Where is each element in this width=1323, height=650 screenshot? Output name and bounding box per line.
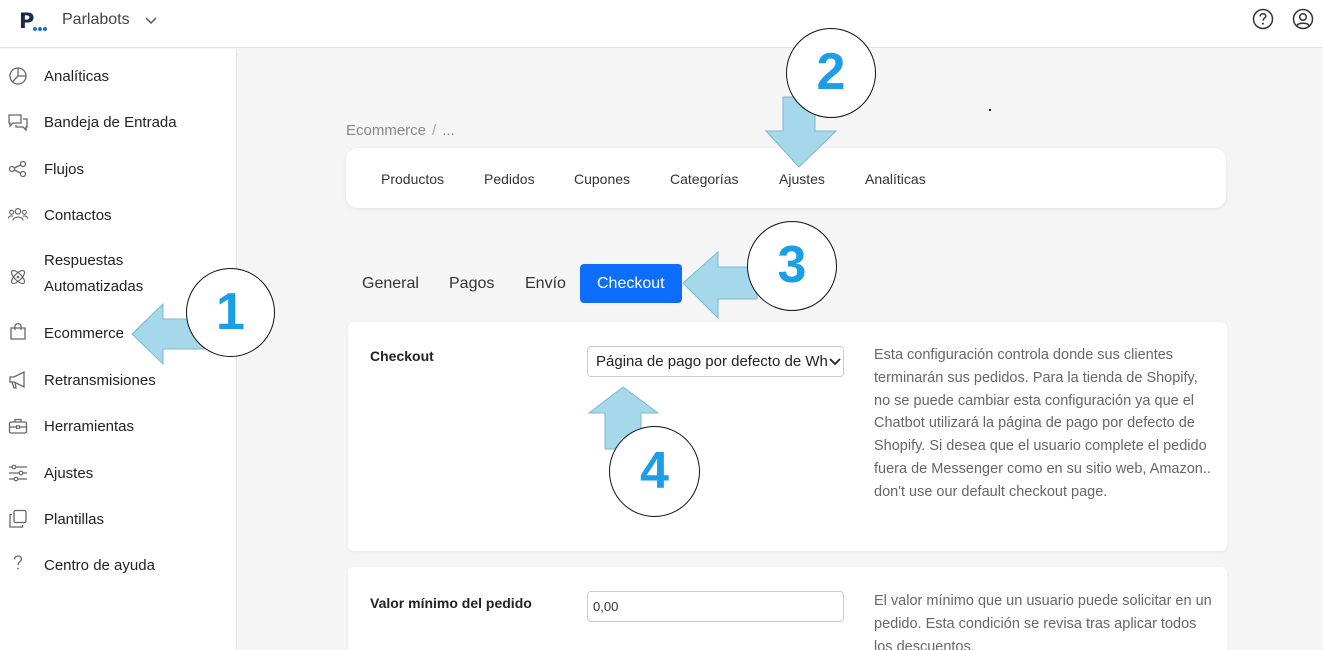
sidebar-item-label: Respuestas xyxy=(44,252,124,269)
atom-icon xyxy=(10,269,26,285)
sidebar-item-label: Contactos xyxy=(44,207,112,224)
sidebar-item-label: Retransmisiones xyxy=(44,372,156,389)
checkout-page-select[interactable]: Página de pago por defecto de WhatsApp xyxy=(587,346,844,377)
sidebar-item-analiticas[interactable]: Analíticas xyxy=(0,63,236,103)
parlabots-logo[interactable]: P xyxy=(19,9,47,33)
subtab-checkout[interactable]: Checkout xyxy=(580,264,682,303)
sidebar-item-bandeja[interactable]: Bandeja de Entrada xyxy=(0,109,236,149)
subtab-general[interactable]: General xyxy=(362,264,419,303)
chevron-down-icon xyxy=(827,347,843,376)
chat-bubbles-icon xyxy=(8,114,28,132)
tab-ajustes[interactable]: Ajustes xyxy=(779,171,825,187)
breadcrumb-root[interactable]: Ecommerce xyxy=(346,122,426,139)
sidebar-item-herramientas[interactable]: Herramientas xyxy=(0,413,236,453)
sidebar-item-label: Ecommerce xyxy=(44,325,125,342)
sidebar-item-label: Analíticas xyxy=(44,68,110,85)
annotation-number-3: 3 xyxy=(747,221,837,311)
breadcrumb-separator: / xyxy=(432,122,437,139)
workspace-name[interactable]: Parlabots xyxy=(62,11,130,29)
user-circle-icon[interactable] xyxy=(1292,8,1314,30)
sidebar-item-label: Ajustes xyxy=(44,465,94,482)
subtab-envio[interactable]: Envío xyxy=(525,264,566,303)
sidebar-item-label: Centro de ayuda xyxy=(44,557,155,574)
checkout-label: Checkout xyxy=(370,348,434,364)
flow-nodes-icon xyxy=(8,160,27,178)
breadcrumb-current: ... xyxy=(442,122,455,139)
sidebar-item-label-line2: Automatizadas xyxy=(44,278,144,295)
toolbox-icon xyxy=(8,418,28,434)
people-icon xyxy=(8,208,28,221)
question-icon xyxy=(13,555,23,570)
tab-cupones[interactable]: Cupones xyxy=(574,171,630,187)
sidebar-item-ajustes[interactable]: Ajustes xyxy=(0,460,236,500)
top-bar: P Parlabots xyxy=(0,0,1323,48)
stray-dot xyxy=(989,109,991,111)
pie-chart-icon xyxy=(9,67,27,85)
checkout-description: Esta configuración controla donde sus cl… xyxy=(874,347,1211,500)
subtab-pagos[interactable]: Pagos xyxy=(449,264,494,303)
chevron-down-icon[interactable] xyxy=(144,13,158,27)
checkout-select-value: Página de pago por defecto de WhatsApp xyxy=(596,353,843,370)
min-order-card: Valor mínimo del pedido El valor mínimo … xyxy=(348,567,1227,650)
tab-analiticas[interactable]: Analíticas xyxy=(865,171,926,187)
tab-categorias[interactable]: Categorías xyxy=(670,171,738,187)
sidebar-item-label: Herramientas xyxy=(44,418,135,435)
sidebar-item-flujos[interactable]: Flujos xyxy=(0,156,236,196)
help-circle-icon[interactable] xyxy=(1252,8,1274,30)
annotation-number-2: 2 xyxy=(786,28,876,118)
megaphone-icon xyxy=(9,370,25,389)
min-order-description: El valor mínimo que un usuario puede sol… xyxy=(874,593,1212,650)
sidebar-item-label: Plantillas xyxy=(44,511,105,528)
tab-productos[interactable]: Productos xyxy=(381,171,444,187)
sidebar-item-label: Flujos xyxy=(44,161,85,178)
breadcrumb: Ecommerce /... xyxy=(346,122,455,139)
sidebar-item-retransmisiones[interactable]: Retransmisiones xyxy=(0,367,236,407)
sliders-icon xyxy=(9,464,27,482)
sidebar-item-centro-ayuda[interactable]: Centro de ayuda xyxy=(0,552,236,592)
sidebar-item-label: Bandeja de Entrada xyxy=(44,114,177,131)
tab-pedidos[interactable]: Pedidos xyxy=(484,171,535,187)
shopping-bag-icon xyxy=(10,323,26,340)
copy-icon xyxy=(9,509,27,528)
checkout-settings-card: Checkout Página de pago por defecto de W… xyxy=(348,322,1227,551)
min-order-input[interactable] xyxy=(587,591,844,622)
annotation-number-1: 1 xyxy=(186,268,275,357)
sidebar-item-contactos[interactable]: Contactos xyxy=(0,202,236,242)
sidebar-item-plantillas[interactable]: Plantillas xyxy=(0,506,236,546)
min-order-label: Valor mínimo del pedido xyxy=(370,595,532,611)
annotation-number-4: 4 xyxy=(609,426,700,517)
logo-dots xyxy=(33,27,47,31)
